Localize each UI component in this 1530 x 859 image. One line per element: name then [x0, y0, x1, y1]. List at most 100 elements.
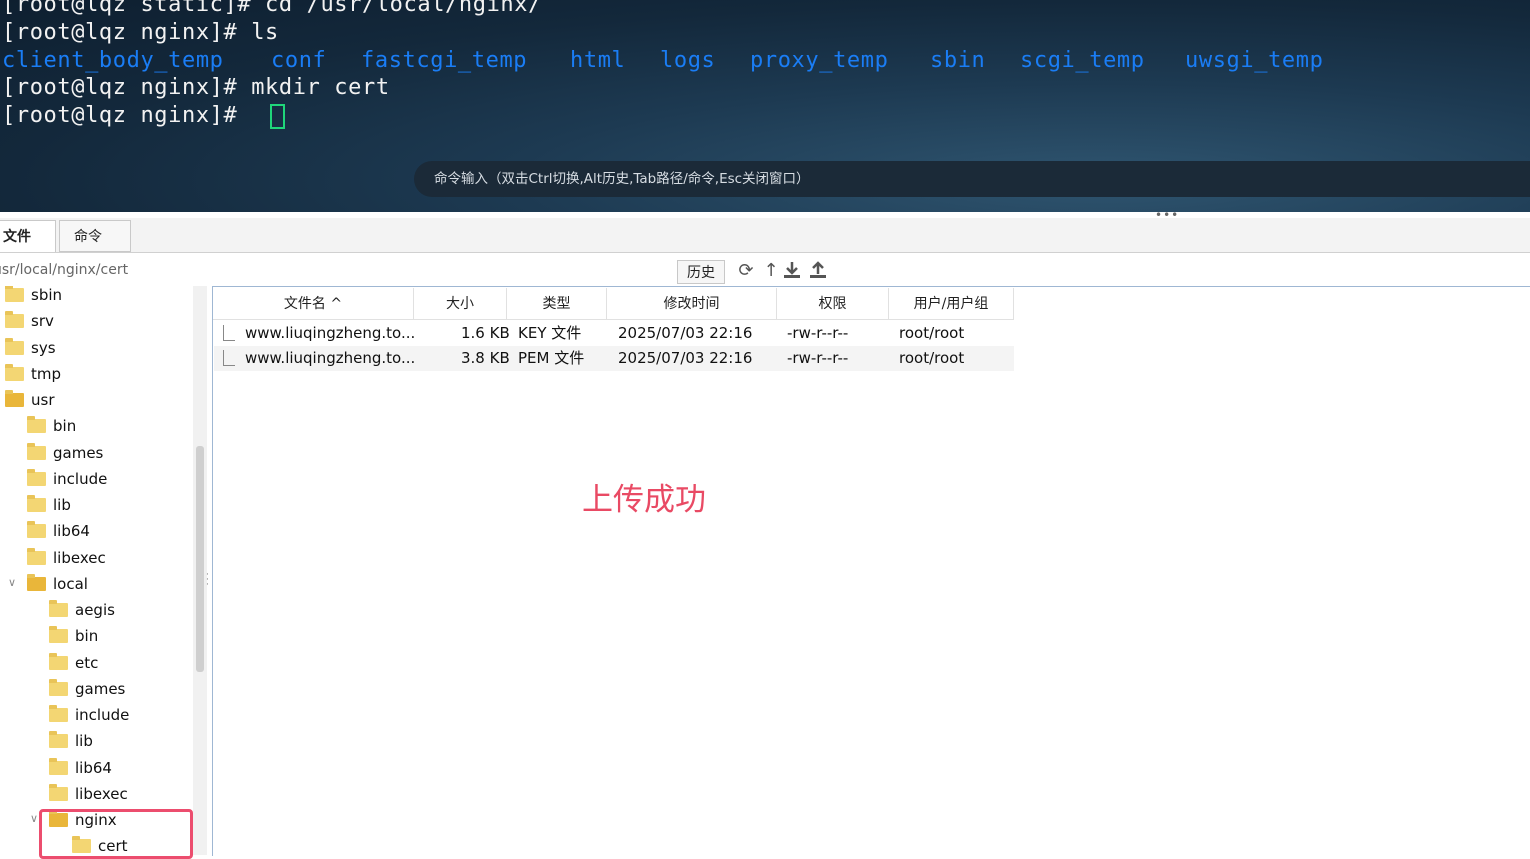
- folder-icon: [5, 286, 24, 302]
- tree-item-label: local: [53, 575, 88, 593]
- file-list[interactable]: 文件名 ^ 大小 类型 修改时间 权限 用户/用户组 www.liuqingzh…: [212, 286, 1530, 856]
- terminal-dir: fastcgi_temp: [361, 48, 528, 73]
- terminal-dir: html: [570, 48, 626, 73]
- tree-item[interactable]: aegis: [49, 597, 115, 623]
- tree-item-label: include: [53, 470, 108, 488]
- tree-item[interactable]: etc: [49, 650, 98, 676]
- column-header-permissions[interactable]: 权限: [777, 288, 889, 320]
- folder-icon: [49, 705, 68, 722]
- tree-item[interactable]: include: [49, 702, 129, 728]
- directory-tree[interactable]: sbin srv sys tmp usr bin games include l…: [0, 286, 193, 855]
- tree-item[interactable]: include: [27, 466, 107, 492]
- file-owner: root/root: [899, 349, 965, 367]
- file-icon: [223, 350, 235, 366]
- terminal-dir: conf: [271, 48, 327, 73]
- tree-item[interactable]: libexec: [49, 781, 128, 807]
- file-mtime: 2025/07/03 22:16: [618, 324, 753, 342]
- column-header-mtime[interactable]: 修改时间: [607, 288, 777, 320]
- file-icon: [223, 325, 235, 341]
- tree-item[interactable]: sbin: [5, 286, 62, 308]
- folder-icon: [5, 311, 24, 328]
- tab-commands[interactable]: 命令: [59, 220, 131, 252]
- tab-files[interactable]: 文件: [0, 220, 56, 252]
- tree-item[interactable]: bin: [49, 623, 98, 649]
- tree-item[interactable]: lib: [27, 492, 71, 518]
- column-header-owner[interactable]: 用户/用户组: [889, 288, 1014, 320]
- tree-item[interactable]: games: [49, 676, 125, 702]
- terminal-dir: sbin: [930, 48, 986, 73]
- folder-icon: [27, 416, 46, 433]
- folder-icon: [49, 758, 68, 775]
- terminal-dir: proxy_temp: [750, 48, 889, 73]
- tree-item[interactable]: local: [27, 571, 88, 597]
- folder-open-icon: [27, 574, 46, 591]
- tree-item[interactable]: lib64: [49, 755, 112, 781]
- file-size: 1.6 KB: [461, 324, 510, 342]
- terminal-line: [root@lqz nginx]# mkdir cert: [2, 75, 390, 100]
- command-input-hint: 命令输入（双击Ctrl切换,Alt历史,Tab路径/命令,Esc关闭窗口）: [434, 171, 810, 187]
- tree-item-label: include: [75, 706, 130, 724]
- column-header-type[interactable]: 类型: [507, 288, 607, 320]
- history-button[interactable]: 历史: [677, 260, 725, 284]
- tree-item-label: etc: [75, 654, 99, 672]
- command-input-bar[interactable]: 命令输入（双击Ctrl切换,Alt历史,Tab路径/命令,Esc关闭窗口）: [414, 161, 1530, 197]
- folder-icon: [5, 338, 24, 355]
- tree-item[interactable]: lib64: [27, 518, 90, 544]
- upload-success-annotation: 上传成功: [582, 482, 706, 518]
- tree-item[interactable]: lib: [49, 728, 93, 754]
- tree-item-label: usr: [31, 391, 55, 409]
- tree-item-label: tmp: [31, 365, 62, 383]
- folder-icon: [49, 784, 68, 801]
- tab-bar: 文件 命令: [0, 218, 1530, 253]
- tree-item-label: lib64: [75, 759, 112, 777]
- terminal-dir: logs: [660, 48, 716, 73]
- terminal-cursor: [270, 104, 285, 129]
- folder-icon: [27, 443, 46, 460]
- file-type: KEY 文件: [518, 324, 582, 342]
- tree-scrollbar-thumb[interactable]: [196, 446, 204, 672]
- chevron-down-icon[interactable]: ∨: [30, 812, 38, 825]
- tree-item[interactable]: libexec: [27, 545, 106, 571]
- tree-item-label: lib: [75, 732, 93, 750]
- path-bar: usr/local/nginx/cert 历史 ⟳ ↑: [0, 256, 1530, 286]
- tree-item[interactable]: bin: [27, 413, 76, 439]
- tree-item-label: sys: [31, 339, 56, 357]
- terminal-pane[interactable]: [root@lqz static]# cd /usr/local/nginx/ …: [0, 0, 1530, 212]
- tree-item-label: games: [75, 680, 126, 698]
- folder-icon: [49, 653, 68, 670]
- file-name: www.liuqingzheng.to...: [245, 349, 416, 367]
- table-row[interactable]: www.liuqingzheng.to... 1.6 KB KEY 文件 202…: [214, 321, 1014, 346]
- tree-item-label: libexec: [75, 785, 128, 803]
- column-header-name[interactable]: 文件名 ^: [213, 288, 414, 320]
- path-input[interactable]: usr/local/nginx/cert: [0, 262, 128, 278]
- folder-icon: [27, 469, 46, 486]
- tree-item-label: sbin: [31, 286, 63, 304]
- column-header-size[interactable]: 大小: [414, 288, 507, 320]
- tree-item-label: bin: [75, 627, 99, 645]
- tree-item-label: lib64: [53, 522, 90, 540]
- file-permissions: -rw-r--r--: [787, 324, 849, 342]
- file-type: PEM 文件: [518, 349, 585, 367]
- file-name: www.liuqingzheng.to...: [245, 324, 416, 342]
- table-row[interactable]: www.liuqingzheng.to... 3.8 KB PEM 文件 202…: [214, 346, 1014, 371]
- tree-item[interactable]: sys: [5, 335, 56, 361]
- file-permissions: -rw-r--r--: [787, 349, 849, 367]
- tree-item-label: bin: [53, 417, 77, 435]
- folder-icon: [49, 600, 68, 617]
- upload-icon[interactable]: [807, 260, 829, 282]
- refresh-icon[interactable]: ⟳: [735, 260, 757, 282]
- tree-item[interactable]: tmp: [5, 361, 61, 387]
- tree-item[interactable]: usr: [5, 387, 55, 413]
- tree-item-label: games: [53, 444, 104, 462]
- folder-icon: [49, 731, 68, 748]
- tree-item-label: aegis: [75, 601, 115, 619]
- tree-item-label: libexec: [53, 549, 106, 567]
- folder-icon: [5, 364, 24, 381]
- chevron-down-icon[interactable]: ∨: [8, 576, 16, 589]
- up-icon[interactable]: ↑: [760, 260, 782, 282]
- tree-item[interactable]: srv: [5, 308, 54, 334]
- tree-item[interactable]: games: [27, 440, 103, 466]
- highlight-annotation-box: [39, 809, 193, 859]
- download-icon[interactable]: [781, 260, 803, 282]
- terminal-prompt: [root@lqz nginx]#: [2, 103, 252, 128]
